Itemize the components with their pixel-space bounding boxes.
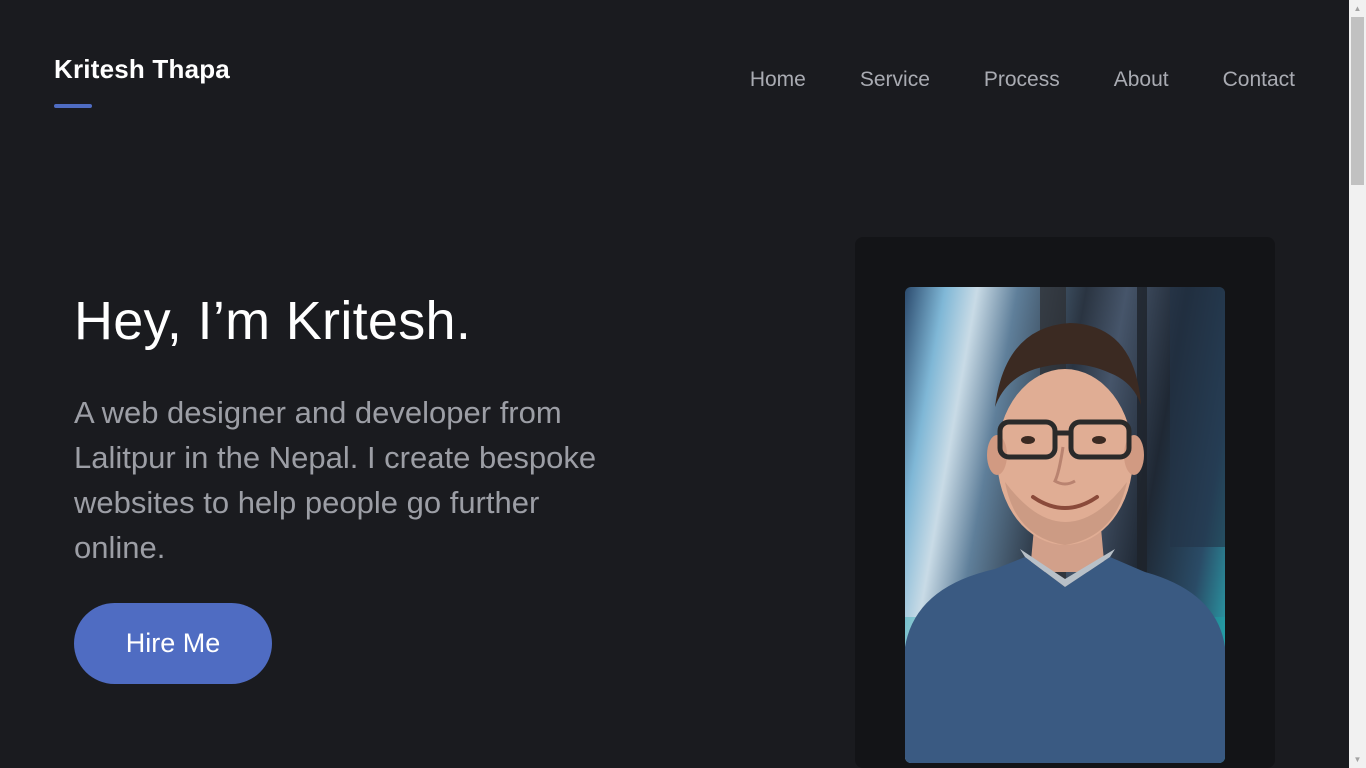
scroll-thumb[interactable]: [1351, 17, 1364, 185]
page-scrollbar[interactable]: ▲ ▼: [1349, 0, 1366, 768]
page: Kritesh Thapa Home Service Process About…: [0, 0, 1366, 768]
nav-process[interactable]: Process: [984, 68, 1060, 92]
hire-me-button[interactable]: Hire Me: [74, 603, 272, 684]
main-nav: Home Service Process About Contact: [750, 68, 1295, 92]
portrait-illustration: [905, 287, 1225, 763]
profile-photo-card: [855, 237, 1275, 768]
scroll-down-arrow-icon[interactable]: ▼: [1349, 751, 1366, 768]
nav-contact[interactable]: Contact: [1223, 68, 1295, 92]
profile-photo: [905, 287, 1225, 763]
nav-home[interactable]: Home: [750, 68, 806, 92]
brand-underline: [54, 104, 92, 108]
hero-title: Hey, I’m Kritesh.: [74, 291, 472, 351]
hero-description: A web designer and developer from Lalitp…: [74, 395, 597, 565]
nav-service[interactable]: Service: [860, 68, 930, 92]
nav-about[interactable]: About: [1114, 68, 1169, 92]
scroll-up-arrow-icon[interactable]: ▲: [1349, 0, 1366, 17]
brand-logo[interactable]: Kritesh Thapa: [54, 54, 230, 85]
